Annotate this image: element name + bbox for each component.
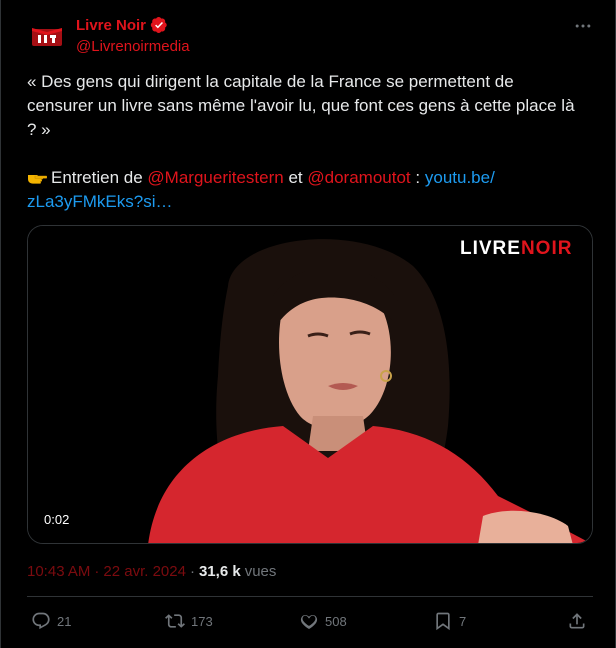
mention-link-1[interactable]: @Margueritestern (147, 168, 283, 187)
divider (27, 596, 593, 597)
bookmark-button[interactable]: 7 (433, 604, 466, 638)
action-bar: 21 173 508 7 (27, 604, 593, 638)
tweet-meta: 10:43 AM · 22 avr. 2024 · 31,6 k vues (27, 563, 276, 580)
views-count: 31,6 k (198, 563, 241, 580)
tweet-card: Livre Noir @Livrenoirmedia « Des gens qu… (0, 0, 616, 648)
mention-link-2[interactable]: @doramoutot (307, 168, 410, 187)
tweet-text-line-1: « Des gens qui dirigent la capitale de l… (27, 72, 514, 91)
tweet-time[interactable]: 10:43 AM (27, 563, 90, 580)
repost-count: 173 (191, 613, 213, 629)
tweet-text-line-2: censurer un livre sans même l'avoir lu, … (27, 96, 575, 115)
pointing-hand-icon (28, 175, 47, 184)
author-name-row: Livre Noir (76, 16, 168, 34)
more-dots-icon (575, 24, 591, 28)
livre-noir-logo-icon (32, 28, 62, 46)
like-button[interactable]: 508 (299, 604, 347, 638)
tweet-and-word: et (288, 168, 303, 187)
video-player[interactable]: LIVRENOIR 0:02 (27, 225, 593, 544)
reply-button[interactable]: 21 (31, 604, 71, 638)
more-options-button[interactable] (571, 14, 595, 38)
video-duration-badge: 0:02 (38, 510, 76, 529)
tweet-date[interactable]: 22 avr. 2024 (103, 563, 186, 580)
video-frame-image (28, 226, 592, 543)
share-icon (569, 613, 585, 629)
share-button[interactable] (567, 604, 587, 638)
tweet-text-line-4: Entretien de @Margueritestern et @doramo… (27, 166, 597, 190)
tweet-text: « Des gens qui dirigent la capitale de l… (27, 70, 597, 214)
tweet-colon: : (415, 168, 421, 187)
tweet-text-line-5: zLa3yFMkEks?si… (27, 190, 597, 214)
heart-icon (300, 614, 318, 629)
reply-icon (32, 612, 50, 630)
repost-icon (165, 614, 185, 628)
bookmark-icon (436, 612, 450, 631)
bookmark-count: 7 (459, 613, 467, 629)
meta-separator-1: · (94, 563, 100, 580)
avatar[interactable] (27, 16, 67, 56)
youtube-link-part-1[interactable]: youtu.be/ (425, 168, 495, 187)
livre-noir-video-logo: LIVRENOIR (460, 238, 573, 259)
verified-badge-icon[interactable] (150, 16, 168, 34)
reply-count: 21 (57, 613, 72, 629)
meta-separator-2: · (189, 563, 195, 580)
author-display-name[interactable]: Livre Noir (76, 17, 146, 34)
youtube-link-part-2[interactable]: zLa3yFMkEks?si… (27, 192, 172, 211)
repost-button[interactable]: 173 (165, 604, 213, 638)
views-label: vues (244, 563, 277, 580)
tweet-text-line-3: ? » (27, 120, 51, 139)
like-count: 508 (325, 613, 347, 629)
author-handle[interactable]: @Livrenoirmedia (76, 38, 190, 55)
tweet-interview-prefix: Entretien de (51, 168, 143, 187)
